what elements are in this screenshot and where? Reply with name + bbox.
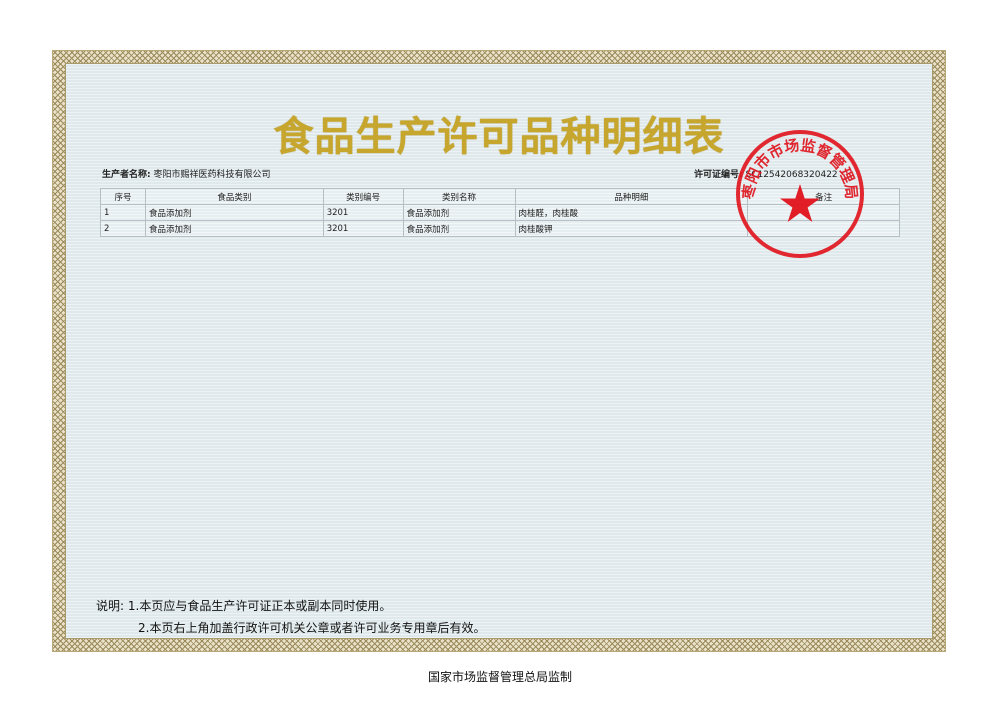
cell-category-name: 食品添加剂 (402, 204, 516, 221)
cell-food-category: 食品添加剂 (144, 220, 324, 237)
cell-no: 2 (100, 220, 146, 237)
note-line-1: 说明: 1.本页应与食品生产许可证正本或副本同时使用。 (96, 595, 485, 617)
header-category-name: 类别名称 (402, 188, 516, 205)
cell-detail: 肉桂酸钾 (514, 220, 749, 237)
note-text-2: 2.本页右上角加盖行政许可机关公章或者许可业务专用章后有效。 (138, 621, 486, 635)
notes-label: 说明: (96, 599, 125, 613)
seal-star-icon (780, 184, 820, 222)
note-text-1: 1.本页应与食品生产许可证正本或副本同时使用。 (127, 599, 392, 613)
cell-detail: 肉桂醛，肉桂酸 (514, 204, 749, 221)
producer-name: 枣阳市赐祥医药科技有限公司 (153, 170, 271, 180)
cell-food-category: 食品添加剂 (144, 204, 324, 221)
header-no: 序号 (100, 188, 146, 205)
producer-label: 生产者名称: (102, 170, 151, 180)
note-line-2: 2.本页右上角加盖行政许可机关公章或者许可业务专用章后有效。 (96, 617, 485, 639)
producer-line: 生产者名称: 枣阳市赐祥医药科技有限公司 (102, 167, 271, 180)
official-seal-stamp: 枣阳市市场监督管理局 (736, 130, 864, 258)
cell-category-name: 食品添加剂 (402, 220, 516, 237)
cell-code: 3201 (322, 220, 404, 237)
footer-issuer: 国家市场监督管理总局监制 (427, 670, 572, 684)
header-code: 类别编号 (322, 188, 404, 205)
cell-no: 1 (100, 204, 146, 221)
cell-code: 3201 (322, 204, 404, 221)
notes-block: 说明: 1.本页应与食品生产许可证正本或副本同时使用。 2.本页右上角加盖行政许… (96, 595, 485, 639)
header-food-category: 食品类别 (144, 188, 324, 205)
header-detail: 品种明细 (514, 188, 749, 205)
